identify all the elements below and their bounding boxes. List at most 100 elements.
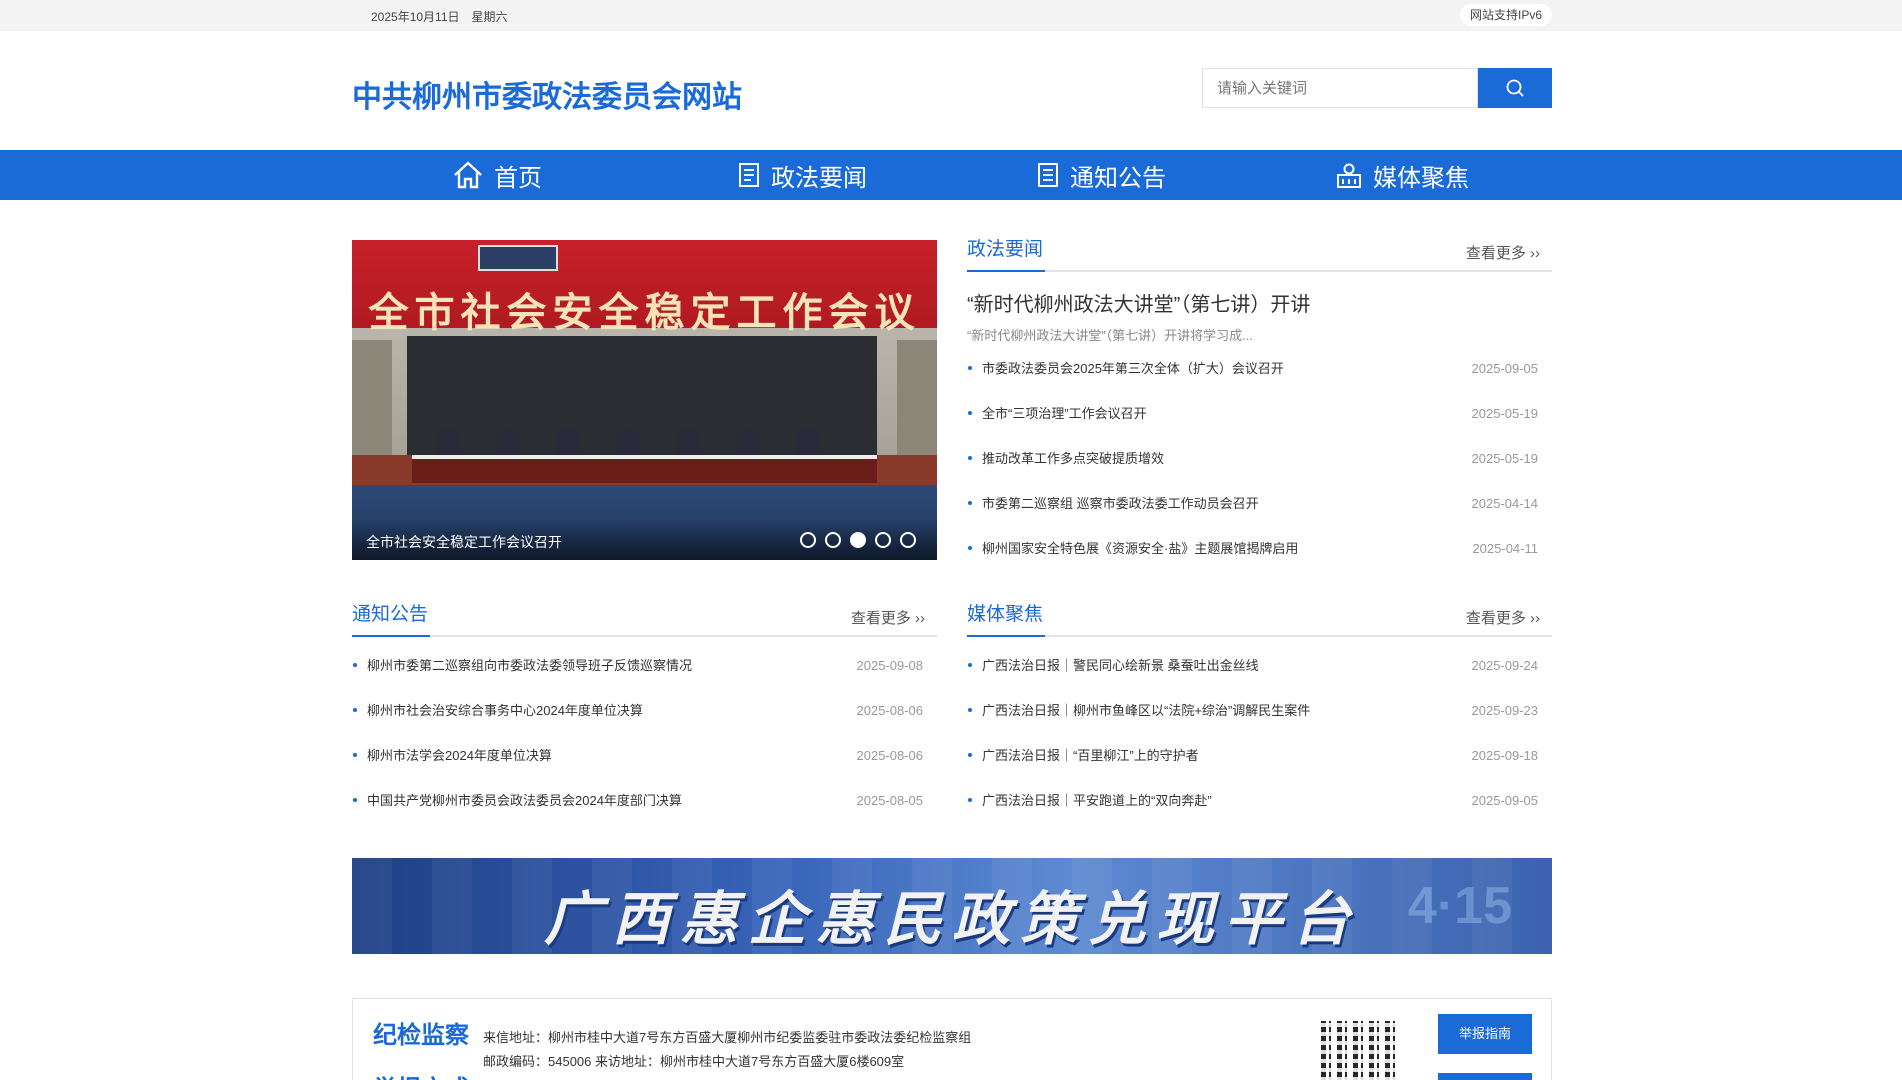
- news-item-title: 市委第二巡察组 巡察市委政法委工作动员会召开: [982, 496, 1259, 511]
- news-item[interactable]: 推动改革工作多点突破提质增效 2025-05-19: [967, 436, 1552, 481]
- carousel-banner-text: 全市社会安全稳定工作会议: [368, 291, 921, 335]
- notice-item[interactable]: 柳州市法学会2024年度单位决算 2025-08-06: [352, 733, 937, 778]
- news-more-link[interactable]: 查看更多 ››: [1466, 242, 1540, 263]
- news-item-date: 2025-05-19: [1471, 406, 1539, 421]
- news-item-title: 市委政法委员会2025年第三次全体（扩大）会议召开: [982, 361, 1284, 376]
- document-icon: [739, 163, 759, 187]
- news-item-date: 2025-09-05: [1471, 361, 1539, 376]
- news-item-date: 2025-04-14: [1471, 496, 1539, 511]
- carousel-photo-person: [737, 428, 759, 458]
- nav-label-notices: 通知公告: [1070, 164, 1166, 192]
- notice-item-date: 2025-08-06: [856, 703, 924, 718]
- main-nav: 首页 政法要闻 通知公告 媒体聚焦: [0, 150, 1902, 200]
- notices-panel-header: 通知公告 查看更多 ››: [352, 603, 937, 637]
- media-item[interactable]: 广西法治日报｜警民同心绘新景 桑蚕吐出金丝线 2025-09-24: [967, 643, 1552, 688]
- carousel-dot-active[interactable]: [850, 532, 866, 548]
- media-item-title: 广西法治日报｜平安跑道上的“双向奔赴”: [982, 793, 1212, 808]
- news-heading[interactable]: 政法要闻: [967, 238, 1046, 272]
- report-second-button[interactable]: [1438, 1073, 1532, 1080]
- media-item[interactable]: 广西法治日报｜平安跑道上的“双向奔赴” 2025-09-05: [967, 778, 1552, 823]
- ipv6-badge: 网站支持IPv6: [1459, 4, 1552, 26]
- carousel-photo-banner: 全市社会安全稳定工作会议: [352, 240, 937, 335]
- media-panel: 媒体聚焦 查看更多 ›› 广西法治日报｜警民同心绘新景 桑蚕吐出金丝线 2025-…: [967, 603, 1552, 823]
- top-bar: 2025年10月11日 星期六 网站支持IPv6: [0, 0, 1902, 31]
- notice-item[interactable]: 中国共产党柳州市委员会政法委员会2024年度部门决算 2025-08-05: [352, 778, 937, 823]
- news-item-title: 柳州国家安全特色展《资源安全·盐》主题展馆揭牌启用: [982, 541, 1299, 556]
- site-title[interactable]: 中共柳州市委政法委员会网站: [352, 72, 742, 116]
- notices-heading[interactable]: 通知公告: [352, 603, 431, 637]
- discipline-info-box: 纪检监察 来信地址：柳州市桂中大道7号东方百盛大厦柳州市纪委监委驻市委政法委纪检…: [352, 998, 1552, 1080]
- notice-icon: [1038, 163, 1058, 187]
- media-icon: [1337, 163, 1361, 188]
- news-carousel[interactable]: 全市社会安全稳定工作会议 全市社会安全稳定工作会议召开: [352, 240, 937, 560]
- carousel-dot[interactable]: [825, 532, 841, 548]
- nav-label-home: 首页: [494, 164, 542, 192]
- policy-platform-banner[interactable]: 4·15 广西惠企惠民政策兑现平台: [352, 858, 1552, 954]
- carousel-dot[interactable]: [800, 532, 816, 548]
- news-item-date: 2025-04-11: [1472, 541, 1538, 556]
- nav-item-home[interactable]: 首页: [452, 150, 542, 200]
- media-item[interactable]: 广西法治日报｜柳州市鱼峰区以“法院+综治”调解民生案件 2025-09-23: [967, 688, 1552, 733]
- search-icon: [1506, 79, 1524, 97]
- media-item-date: 2025-09-24: [1471, 658, 1539, 673]
- media-list: 广西法治日报｜警民同心绘新景 桑蚕吐出金丝线 2025-09-24 广西法治日报｜…: [967, 643, 1552, 823]
- search-input[interactable]: [1202, 68, 1478, 108]
- notice-item-date: 2025-08-06: [856, 748, 924, 763]
- media-item[interactable]: 广西法治日报｜“百里柳江”上的守护者 2025-09-18: [967, 733, 1552, 778]
- report-guide-button[interactable]: 举报指南: [1438, 1014, 1532, 1054]
- media-item-date: 2025-09-18: [1471, 748, 1539, 763]
- carousel-caption-text[interactable]: 全市社会安全稳定工作会议召开: [366, 532, 562, 552]
- carousel-photo-person: [797, 428, 819, 458]
- notice-item-title: 中国共产党柳州市委员会政法委员会2024年度部门决算: [367, 793, 682, 808]
- notice-item-date: 2025-09-08: [856, 658, 924, 673]
- carousel-photo-pillar: [897, 340, 937, 460]
- nav-item-notices[interactable]: 通知公告: [1036, 150, 1166, 200]
- news-item[interactable]: 柳州国家安全特色展《资源安全·盐》主题展馆揭牌启用 2025-04-11: [967, 526, 1552, 571]
- media-item-title: 广西法治日报｜警民同心绘新景 桑蚕吐出金丝线: [982, 658, 1259, 673]
- notice-item[interactable]: 柳州市委第二巡察组向市委政法委领导班子反馈巡察情况 2025-09-08: [352, 643, 937, 688]
- featured-news-title[interactable]: “新时代柳州政法大讲堂”（第七讲）开讲: [967, 288, 1552, 317]
- featured-news-desc: “新时代柳州政法大讲堂”（第七讲）开讲将学习成...: [967, 328, 1253, 343]
- carousel-photo-person: [557, 428, 579, 458]
- news-item-title: 推动改革工作多点突破提质增效: [982, 451, 1165, 466]
- news-item[interactable]: 全市“三项治理”工作会议召开 2025-05-19: [967, 391, 1552, 436]
- media-item-date: 2025-09-23: [1471, 703, 1539, 718]
- media-item-title: 广西法治日报｜柳州市鱼峰区以“法院+综治”调解民生案件: [982, 703, 1311, 718]
- nav-label-news: 政法要闻: [771, 164, 867, 192]
- news-item[interactable]: 市委第二巡察组 巡察市委政法委工作动员会召开 2025-04-14: [967, 481, 1552, 526]
- date-text: 2025年10月11日: [371, 10, 460, 24]
- media-item-title: 广西法治日报｜“百里柳江”上的守护者: [982, 748, 1199, 763]
- notices-panel: 通知公告 查看更多 ›› 柳州市委第二巡察组向市委政法委领导班子反馈巡察情况 20…: [352, 603, 937, 823]
- discipline-visit-address: 邮政编码：545006 来访地址：柳州市桂中大道7号东方百盛大厦6楼609室: [483, 1054, 905, 1069]
- qr-code: [1321, 1021, 1399, 1080]
- report-method-title: 举报方式: [373, 1069, 469, 1080]
- search-button[interactable]: [1478, 68, 1552, 108]
- carousel-photo-pillar: [352, 340, 392, 460]
- carousel-photo-table: [412, 455, 877, 483]
- nav-item-news[interactable]: 政法要闻: [737, 150, 867, 200]
- nav-item-media[interactable]: 媒体聚焦: [1335, 150, 1469, 200]
- news-panel: 政法要闻 查看更多 ›› “新时代柳州政法大讲堂”（第七讲）开讲 “新时代柳州政…: [967, 238, 1552, 571]
- media-heading[interactable]: 媒体聚焦: [967, 603, 1046, 637]
- weekday-text: 星期六: [471, 10, 508, 24]
- news-item[interactable]: 市委政法委员会2025年第三次全体（扩大）会议召开 2025-09-05: [967, 346, 1552, 391]
- news-item-title: 全市“三项治理”工作会议召开: [982, 406, 1147, 421]
- news-panel-header: 政法要闻 查看更多 ››: [967, 238, 1552, 272]
- search-box: [1202, 68, 1552, 108]
- news-item-date: 2025-05-19: [1471, 451, 1539, 466]
- notice-item[interactable]: 柳州市社会治安综合事务中心2024年度单位决算 2025-08-06: [352, 688, 937, 733]
- carousel-photo-person: [497, 428, 519, 458]
- carousel-dot[interactable]: [875, 532, 891, 548]
- discipline-title: 纪检监察: [373, 1022, 469, 1049]
- notices-more-link[interactable]: 查看更多 ››: [851, 607, 925, 628]
- carousel-photo-monitor: [478, 245, 558, 271]
- date-display: 2025年10月11日 星期六: [371, 8, 520, 25]
- carousel-dot[interactable]: [900, 532, 916, 548]
- notice-item-title: 柳州市法学会2024年度单位决算: [367, 748, 552, 763]
- nav-label-media: 媒体聚焦: [1373, 164, 1469, 192]
- notice-item-title: 柳州市社会治安综合事务中心2024年度单位决算: [367, 703, 643, 718]
- notice-item-title: 柳州市委第二巡察组向市委政法委领导班子反馈巡察情况: [367, 658, 693, 673]
- media-more-link[interactable]: 查看更多 ››: [1466, 607, 1540, 628]
- media-item-date: 2025-09-05: [1471, 793, 1539, 808]
- media-panel-header: 媒体聚焦 查看更多 ››: [967, 603, 1552, 637]
